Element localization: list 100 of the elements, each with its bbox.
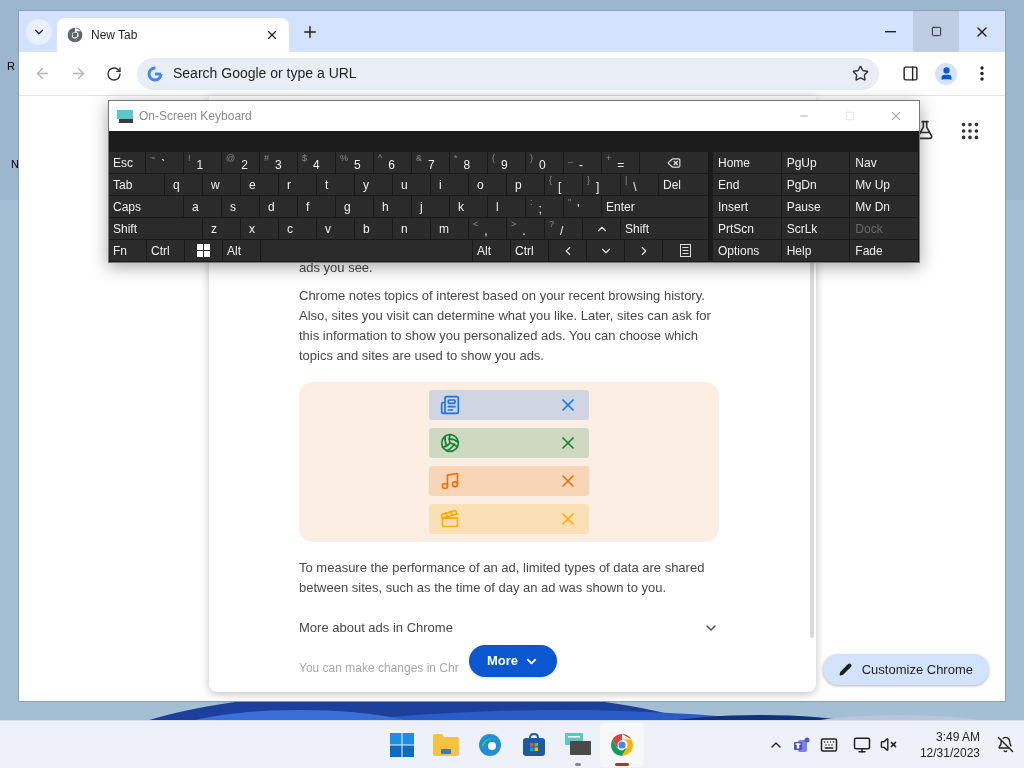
tab-title: New Tab <box>91 27 139 44</box>
keyboard-key[interactable]: g <box>336 196 374 218</box>
keyboard-key[interactable]: q <box>165 174 203 196</box>
keyboard-key[interactable]: # 3 <box>260 152 298 174</box>
keyboard-key[interactable]: p <box>507 174 545 196</box>
keyboard-key[interactable]: e <box>241 174 279 196</box>
keyboard-key[interactable]: Tab <box>109 174 165 196</box>
keyboard-key[interactable]: ^ 6 <box>374 152 412 174</box>
address-input[interactable]: Search Google or type a URL <box>173 63 842 84</box>
teams-icon[interactable] <box>792 735 811 754</box>
keyboard-key[interactable]: PgUp <box>781 152 851 174</box>
keyboard-key[interactable]: End <box>713 174 782 196</box>
close-icon[interactable] <box>265 28 279 42</box>
keyboard-key[interactable]: t <box>317 174 355 196</box>
taskbar-app[interactable] <box>600 722 644 767</box>
keyboard-key[interactable]: Home <box>713 152 782 174</box>
keyboard-key[interactable]: ) 0 <box>526 152 564 174</box>
keyboard-key[interactable]: @ 2 <box>222 152 260 174</box>
keyboard-key[interactable]: Shift <box>621 218 709 240</box>
keyboard-key[interactable]: _ - <box>564 152 602 174</box>
keyboard-key[interactable]: i <box>431 174 469 196</box>
chrome-logo-icon <box>67 27 83 43</box>
keyboard-key[interactable]: < , <box>469 218 507 240</box>
keyboard-key[interactable]: k <box>450 196 488 218</box>
keyboard-key[interactable]: b <box>355 218 393 240</box>
keyboard-key[interactable]: Options <box>713 240 782 262</box>
keyboard-key[interactable]: | \ <box>621 174 659 196</box>
keyboard-key[interactable]: ~ ` <box>146 152 184 174</box>
profile-button[interactable] <box>935 62 957 85</box>
keyboard-key[interactable]: } ] <box>583 174 621 196</box>
bookmark-star-icon[interactable] <box>852 65 869 82</box>
keyboard-key[interactable]: * 8 <box>450 152 488 174</box>
keyboard-key[interactable]: o <box>469 174 507 196</box>
keyboard-key[interactable]: u <box>393 174 431 196</box>
keyboard-key[interactable]: Shift <box>109 218 203 240</box>
keyboard-key[interactable]: Esc <box>109 152 146 174</box>
keyboard-key[interactable]: " ' <box>564 196 602 218</box>
customize-chrome-button[interactable]: Customize Chrome <box>822 654 989 685</box>
keyboard-key[interactable]: Ctrl <box>147 240 185 262</box>
keyboard-key[interactable] <box>185 240 223 262</box>
apps-grid-icon[interactable] <box>959 120 981 142</box>
keyboard-key[interactable]: z <box>203 218 241 240</box>
keyboard-key[interactable]: c <box>279 218 317 240</box>
keyboard-key[interactable]: Alt <box>223 240 261 262</box>
keyboard-key[interactable]: & 7 <box>412 152 450 174</box>
keyboard-key[interactable]: Mv Dn <box>850 196 919 218</box>
keyboard-key[interactable]: f <box>298 196 336 218</box>
keyboard-key[interactable]: v <box>317 218 355 240</box>
keyboard-key[interactable]: PgDn <box>781 174 851 196</box>
keyboard-key[interactable]: Insert <box>713 196 782 218</box>
reload-icon <box>106 65 122 82</box>
keyboard-key[interactable]: Pause <box>781 196 851 218</box>
keyboard-key[interactable]: Mv Up <box>850 174 919 196</box>
keyboard-key[interactable]: h <box>374 196 412 218</box>
keyboard-key[interactable]: > . <box>507 218 545 240</box>
keyboard-key[interactable]: Fn <box>109 240 147 262</box>
google-icon <box>147 65 163 82</box>
keyboard-key[interactable]: j <box>412 196 450 218</box>
keyboard-key[interactable]: n <box>393 218 431 240</box>
keyboard-key[interactable]: % 5 <box>336 152 374 174</box>
keyboard-key[interactable]: a <box>184 196 222 218</box>
keyboard-key[interactable]: { [ <box>545 174 583 196</box>
maximize-icon <box>930 26 942 37</box>
keyboard-key[interactable]: ( 9 <box>488 152 526 174</box>
keyboard-key[interactable] <box>640 152 709 174</box>
keyboard-key[interactable]: r <box>279 174 317 196</box>
keyboard-key[interactable]: $ 4 <box>298 152 336 174</box>
keyboard-key[interactable]: + = <box>602 152 640 174</box>
clock[interactable]: 3:49 AM 12/31/2023 <box>919 728 980 761</box>
keyboard-key[interactable]: Nav <box>850 152 919 174</box>
keyboard-key[interactable]: ScrLk <box>781 218 851 240</box>
backspace-icon <box>667 155 681 170</box>
keyboard-key[interactable]: Caps <box>109 196 184 218</box>
keyboard-key[interactable]: PrtScn <box>713 218 782 240</box>
expander-row[interactable]: More about ads in Chrome <box>299 618 719 638</box>
keyboard-key[interactable]: Help <box>781 240 851 262</box>
browser-tab[interactable]: New Tab <box>57 18 289 52</box>
keyboard-key[interactable]: Ctrl <box>511 240 549 262</box>
keyboard-key[interactable]: y <box>355 174 393 196</box>
keyboard-icon[interactable] <box>819 735 838 754</box>
keyboard-key[interactable]: : ; <box>526 196 564 218</box>
keyboard-key[interactable]: w <box>203 174 241 196</box>
keyboard-key[interactable]: Alt <box>473 240 511 262</box>
more-button[interactable]: More <box>469 645 557 677</box>
keyboard-key[interactable]: m <box>431 218 469 240</box>
close-icon <box>889 109 903 123</box>
keyboard-key[interactable]: l <box>488 196 526 218</box>
volume-muted-icon[interactable] <box>879 736 897 753</box>
keyboard-key[interactable]: s <box>222 196 260 218</box>
keyboard-key[interactable] <box>663 240 709 262</box>
network-icon[interactable] <box>852 735 871 754</box>
keyboard-key[interactable]: Enter <box>602 196 709 218</box>
keyboard-key[interactable]: Fade <box>850 240 919 262</box>
notification-bell-icon[interactable] <box>997 736 1014 753</box>
address-bar[interactable]: Search Google or type a URL <box>137 57 879 90</box>
keyboard-key[interactable]: x <box>241 218 279 240</box>
keyboard-key[interactable]: Del <box>659 174 709 196</box>
keyboard-key[interactable]: ! 1 <box>184 152 222 174</box>
keyboard-key[interactable]: ? / <box>545 218 583 240</box>
keyboard-key[interactable]: d <box>260 196 298 218</box>
